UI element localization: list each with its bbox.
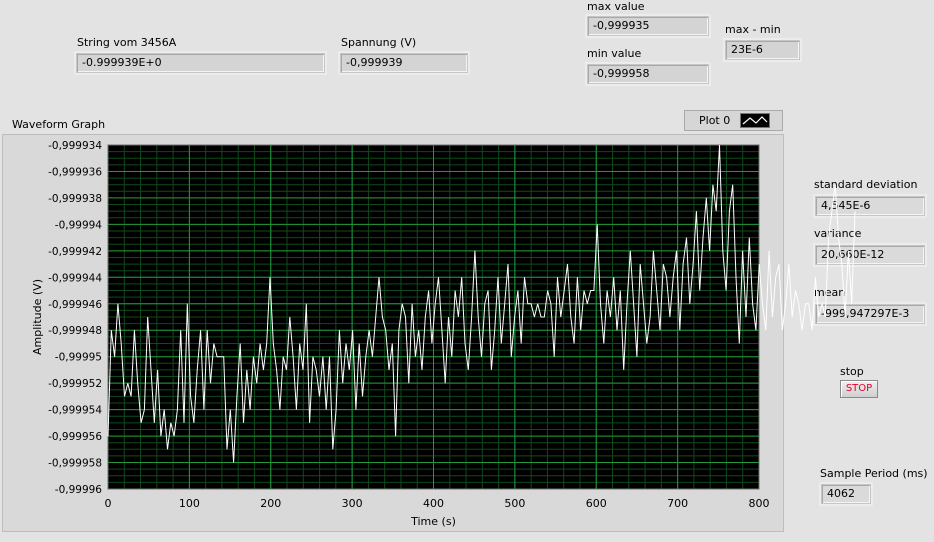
x-tick-label: 200 [260, 497, 281, 510]
y-tick-label: -0,999936 [48, 166, 102, 178]
x-axis-label: Time (s) [410, 515, 456, 528]
y-tick-label: -0,999934 [48, 140, 102, 152]
y-tick-label: -0,999958 [48, 458, 102, 470]
y-axis-label: Amplitude (V) [31, 279, 44, 355]
y-tick-label: -0,999944 [48, 272, 102, 284]
y-tick-label: -0,999948 [48, 325, 102, 337]
x-tick-label: 600 [586, 497, 607, 510]
y-tick-label: -0,999954 [48, 405, 102, 417]
waveform-plot: 0 100 200 300 400 500 600 700 800 -0,999934 -0,999… [31, 140, 856, 528]
x-tick-label: 100 [179, 497, 200, 510]
y-tick-label: -0,999956 [48, 431, 102, 443]
x-tick-label: 300 [342, 497, 363, 510]
x-tick-label: 700 [667, 497, 688, 510]
y-tick-label: -0,99995 [55, 352, 102, 364]
y-tick-label: -0,99994 [55, 219, 103, 231]
y-tick-label: -0,999938 [48, 193, 102, 205]
x-tick-label: 800 [749, 497, 770, 510]
x-tick-label: 400 [423, 497, 444, 510]
y-tick-label: -0,999942 [48, 246, 102, 258]
x-tick-label: 0 [105, 497, 112, 510]
y-tick-label: -0,999946 [48, 299, 102, 311]
x-tick-label: 500 [504, 497, 525, 510]
y-tick-label: -0,999952 [48, 378, 102, 390]
y-tick-label: -0,99996 [55, 484, 103, 496]
